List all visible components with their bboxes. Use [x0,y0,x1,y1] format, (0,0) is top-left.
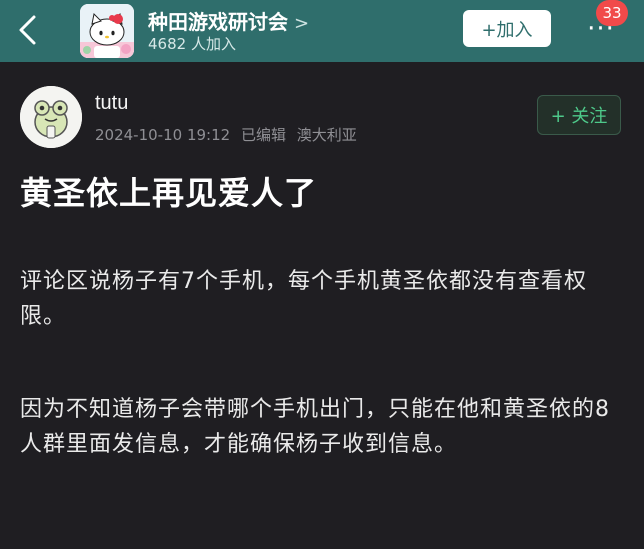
frog-avatar-icon [20,86,82,148]
group-member-count: 4682 人加入 [148,35,236,53]
post-location: 澳大利亚 [296,126,357,144]
post-title: 黄圣依上再见爱人了 [20,174,318,212]
post-edited-flag: 已编辑 [240,126,286,144]
post-paragraph: 因为不知道杨子会带哪个手机出门，只能在他和黄圣依的8人群里面发信息，才能确保杨子… [20,397,610,457]
back-button[interactable] [14,14,44,46]
group-name-text: 种田游戏研讨会 [148,10,288,34]
follow-button[interactable]: + 关注 [537,95,621,135]
hello-kitty-icon [80,4,134,58]
author-avatar[interactable] [20,86,82,148]
post-paragraph: 评论区说杨子有7个手机，每个手机黄圣依都没有查看权限。 [20,269,587,329]
post-timestamp: 2024-10-10 19:12 [95,126,231,144]
top-bar: 种田游戏研讨会 > 4682 人加入 +加入 ··· 33 [0,0,644,62]
group-avatar[interactable] [80,4,134,58]
chevron-right-icon: > [294,13,310,34]
notification-badge: 33 [596,0,628,26]
chevron-left-icon [19,15,36,45]
post-meta: 2024-10-10 19:12 已编辑 澳大利亚 [95,124,363,145]
group-name[interactable]: 种田游戏研讨会 > [148,6,309,35]
join-button[interactable]: +加入 [463,10,551,47]
author-username[interactable]: tutu [95,92,128,115]
